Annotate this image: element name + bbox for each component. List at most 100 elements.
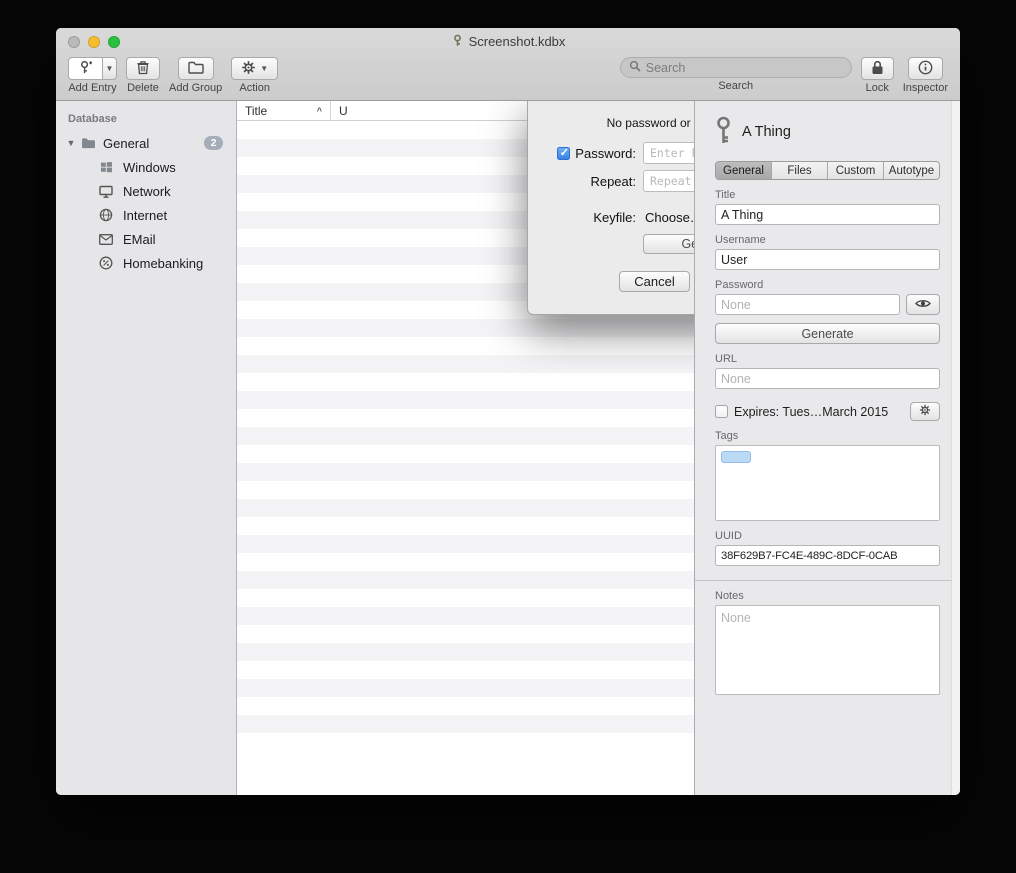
- window-title: Screenshot.kdbx: [451, 34, 566, 50]
- tag-chip[interactable]: [721, 451, 751, 463]
- gear-icon: [241, 60, 256, 78]
- keyfile-label: Keyfile:: [593, 210, 636, 225]
- toolbar-search: Search: [620, 57, 852, 92]
- lock-icon: [871, 60, 884, 78]
- sidebar-item-homebanking[interactable]: Homebanking: [56, 251, 236, 275]
- password-change-sheet: No password or keyfile supplied! Passwor…: [527, 101, 694, 315]
- repeat-label: Repeat:: [590, 174, 636, 189]
- monitor-icon: [96, 185, 116, 198]
- add-group-label: Add Group: [169, 82, 222, 94]
- sidebar-header: Database: [56, 109, 236, 131]
- entry-title-heading: A Thing: [742, 124, 791, 140]
- add-group-button[interactable]: [178, 57, 214, 80]
- sidebar-item-windows[interactable]: Windows: [56, 155, 236, 179]
- expires-row: Expires: Tues…March 2015: [715, 402, 940, 421]
- sidebar-item-label: Internet: [123, 208, 167, 223]
- add-entry-label: Add Entry: [68, 82, 116, 94]
- uuid-field[interactable]: [715, 545, 940, 566]
- generate-keyfile-button[interactable]: Generate Keyfile: [643, 234, 694, 254]
- delete-button[interactable]: [126, 57, 160, 80]
- eye-icon: [915, 297, 931, 312]
- delete-label: Delete: [127, 82, 159, 94]
- search-input[interactable]: [646, 61, 843, 75]
- cancel-button[interactable]: Cancel: [619, 271, 689, 292]
- add-entry-button[interactable]: [68, 57, 103, 80]
- tab-autotype[interactable]: Autotype: [883, 162, 939, 179]
- sidebar-item-label: EMail: [123, 232, 156, 247]
- expires-checkbox[interactable]: [715, 405, 728, 418]
- generate-password-button[interactable]: Generate: [715, 323, 940, 344]
- app-window: Screenshot.kdbx ▼ Add Entry: [56, 28, 960, 795]
- password-checkbox[interactable]: [557, 147, 570, 160]
- search-field[interactable]: [620, 57, 852, 78]
- uuid-label: UUID: [715, 530, 940, 542]
- folder-icon: [78, 137, 98, 149]
- notes-field[interactable]: None: [715, 605, 940, 695]
- password-field[interactable]: [715, 294, 900, 315]
- gear-icon: [919, 404, 931, 419]
- generate-keyfile-label: Generate Keyfile: [681, 237, 694, 251]
- inspector-header: A Thing: [715, 116, 940, 148]
- sidebar-item-general[interactable]: ▼ General 2: [56, 131, 236, 155]
- globe-icon: [96, 208, 116, 222]
- tab-custom[interactable]: Custom: [827, 162, 883, 179]
- username-field[interactable]: [715, 249, 940, 270]
- username-field-label: Username: [715, 234, 940, 246]
- percent-coin-icon: [96, 256, 116, 270]
- sidebar-item-network[interactable]: Network: [56, 179, 236, 203]
- sidebar-item-internet[interactable]: Internet: [56, 203, 236, 227]
- column-header-title[interactable]: Title ^: [237, 101, 331, 120]
- window-title-text: Screenshot.kdbx: [469, 34, 566, 49]
- reveal-password-button[interactable]: [906, 294, 940, 315]
- inspector-divider: [695, 580, 960, 581]
- sort-ascending-icon: ^: [317, 106, 322, 116]
- inspector-label: Inspector: [903, 82, 948, 94]
- notes-label: Notes: [715, 590, 940, 602]
- window-chrome: Screenshot.kdbx ▼ Add Entry: [56, 28, 960, 101]
- inspector-tabs: General Files Custom Autotype: [715, 161, 940, 180]
- inspector-button[interactable]: [908, 57, 943, 80]
- action-button[interactable]: ▼: [231, 57, 278, 80]
- titlebar: Screenshot.kdbx: [56, 28, 960, 55]
- lock-button[interactable]: [861, 57, 894, 80]
- key-plus-icon: [78, 60, 93, 78]
- tab-files[interactable]: Files: [771, 162, 827, 179]
- minimize-button[interactable]: [88, 36, 100, 48]
- repeat-password-input[interactable]: [643, 170, 694, 192]
- keyfile-selected-value: Choose…: [645, 210, 694, 225]
- keyfile-popup-button[interactable]: Choose…: [643, 206, 694, 228]
- expires-settings-button[interactable]: [910, 402, 940, 421]
- trash-icon: [136, 60, 150, 78]
- entry-table: Title ^ U No password or keyfile supplie…: [237, 101, 694, 795]
- key-icon: [715, 116, 732, 148]
- password-field-label: Password: [715, 279, 940, 291]
- traffic-lights: [68, 36, 120, 48]
- title-field[interactable]: [715, 204, 940, 225]
- column-header-username[interactable]: U: [331, 101, 356, 120]
- toolbar-delete: Delete: [126, 57, 160, 94]
- disclosure-triangle-icon[interactable]: ▼: [64, 138, 78, 148]
- inspector-scrollbar[interactable]: [951, 101, 960, 795]
- toolbar-add-group: Add Group: [169, 57, 222, 94]
- tags-field[interactable]: [715, 445, 940, 521]
- password-input[interactable]: [643, 142, 694, 164]
- column-title-label: Title: [245, 104, 267, 118]
- zoom-button[interactable]: [108, 36, 120, 48]
- toolbar-add-entry: ▼ Add Entry: [68, 57, 117, 94]
- toolbar-action: ▼ Action: [231, 57, 278, 94]
- app-document-icon: [451, 34, 464, 50]
- folder-icon: [188, 61, 204, 77]
- sidebar: Database ▼ General 2 Windows Networ: [56, 101, 237, 795]
- tab-general[interactable]: General: [716, 162, 771, 179]
- sidebar-item-label: Homebanking: [123, 256, 203, 271]
- cancel-label: Cancel: [634, 274, 674, 289]
- inspector-panel: A Thing General Files Custom Autotype Ti…: [694, 101, 960, 795]
- toolbar: ▼ Add Entry Delete Add Group: [56, 55, 960, 100]
- envelope-icon: [96, 234, 116, 245]
- sidebar-item-email[interactable]: EMail: [56, 227, 236, 251]
- sidebar-item-label: General: [103, 136, 149, 151]
- column-username-label: U: [339, 104, 348, 118]
- add-entry-dropdown-button[interactable]: ▼: [103, 57, 117, 80]
- close-button[interactable]: [68, 36, 80, 48]
- url-field[interactable]: [715, 368, 940, 389]
